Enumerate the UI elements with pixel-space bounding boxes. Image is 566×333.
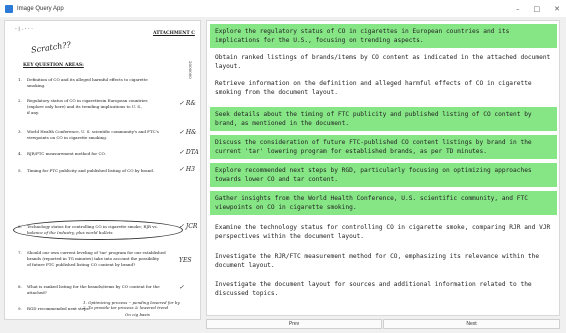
document-item: 3. World Health Conference, U. S. scienti… [18,129,159,140]
document-item: 8. What is ranked listing for the brands/… [18,284,160,295]
title-bar: Image Query App – □ ✕ [0,0,566,17]
list-item[interactable]: Obtain ranked listings of brands/items b… [210,50,557,74]
list-item[interactable]: Investigate the RJR/FTC measurement meth… [210,249,557,273]
document-item: 7. Should our own current leveling of 'ta… [18,250,166,267]
handwritten-check: ✓ JCR [179,223,198,230]
handwritten-check: ✓ H& [179,129,197,136]
document-item: 5. Timing for FTC publicity and published… [18,168,155,173]
bates-number: 2000000 [188,61,193,79]
close-icon[interactable]: ✕ [554,5,560,13]
handwritten-check: ✓ DTA [179,149,199,156]
handwritten-note: On cig basis [125,312,150,317]
document-item: 1. Definition of CO and its alleged harmf… [18,77,148,88]
window-controls: – □ ✕ [516,0,560,17]
handwritten-check: ✓ R& [179,100,196,107]
list-item[interactable]: Discuss the consideration of future FTC-… [210,135,557,159]
list-item[interactable]: Investigate the document layout for sour… [210,277,557,301]
handwritten-annotation: Scratch?? [30,40,72,55]
prev-button[interactable]: Prev [206,319,382,329]
document-stamp: - | . - · · [15,26,33,32]
document-item: 6. Technology status for controlling CO i… [18,224,158,235]
document-item: 4. RJR/FTC measurement method for CO. [18,151,106,156]
handwritten-check: ✓ H3 [179,166,195,173]
handwritten-note: 1. Optimizing process -- pending lowered… [83,300,180,310]
list-item[interactable]: Examine the technology status for contro… [210,220,557,244]
list-item[interactable]: Explore the regulatory status of CO in c… [210,24,557,48]
document-image: - | . - · · Scratch?? ATTACHMENT C 20000… [4,20,201,320]
list-item[interactable]: Seek details about the timing of FTC pub… [210,107,557,131]
app-icon [5,4,13,13]
attachment-label: ATTACHMENT C [153,31,195,36]
document-item: 2. Regulatory status of CO in cigarettesi… [18,98,148,115]
list-item[interactable]: Gather insights from the World Health Co… [210,191,557,215]
question-list: Explore the regulatory status of CO in c… [206,20,560,316]
list-item[interactable]: Retrieve information on the definition a… [210,76,557,100]
window-title: Image Query App [17,5,64,12]
handwritten-check: ✓ [179,284,185,291]
minimize-icon[interactable]: – [516,5,520,13]
maximize-icon[interactable]: □ [534,5,541,13]
list-item[interactable]: Explore recommended next steps by RGD, p… [210,163,557,187]
document-heading: KEY QUESTION AREAS: [23,63,84,68]
next-button[interactable]: Next [383,319,560,329]
handwritten-check: YES [179,257,192,264]
